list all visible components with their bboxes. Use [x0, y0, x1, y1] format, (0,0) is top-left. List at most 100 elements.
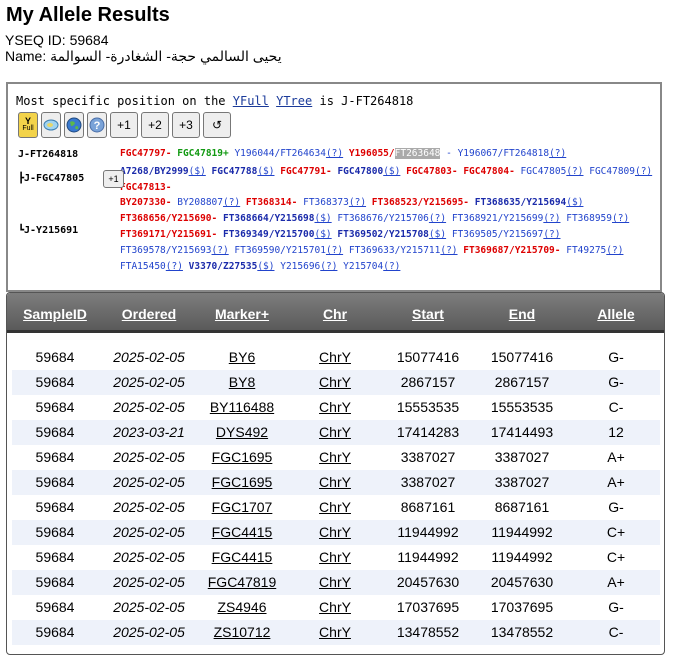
- cell-start: 2867157: [400, 374, 456, 390]
- snp-label: FGC47819+: [177, 148, 229, 159]
- snp-info-link[interactable]: (?): [566, 166, 583, 177]
- cell-end: 3387027: [494, 474, 550, 490]
- reset-button[interactable]: ↺: [203, 112, 231, 138]
- step-plus1-button[interactable]: +1: [110, 112, 138, 138]
- cell-allele: 12: [608, 424, 624, 440]
- branch-label[interactable]: ┣J-FGC47805: [18, 173, 84, 184]
- cell-marker[interactable]: FGC4415: [197, 549, 287, 565]
- cell-marker[interactable]: BY6: [197, 349, 287, 365]
- cell-chr[interactable]: ChrY: [302, 499, 368, 515]
- cell-ordered: 2025-02-05: [113, 624, 185, 640]
- column-header-ordered[interactable]: Ordered: [107, 306, 191, 322]
- column-header-start[interactable]: Start: [383, 306, 473, 322]
- cell-marker[interactable]: BY8: [197, 374, 287, 390]
- snp-info-link[interactable]: (?): [320, 261, 337, 272]
- cell-chr[interactable]: ChrY: [302, 599, 368, 615]
- ytree-link[interactable]: YTree: [276, 94, 312, 108]
- snp-info-link[interactable]: (?): [326, 245, 343, 256]
- snp-info-link[interactable]: (?): [166, 261, 183, 272]
- snp-info-link[interactable]: (?): [543, 229, 560, 240]
- cell-start: 17414283: [396, 424, 460, 440]
- snp-info-link[interactable]: (?): [606, 245, 623, 256]
- snp-info-link[interactable]: ($): [257, 166, 274, 177]
- snp-info-link[interactable]: ($): [314, 229, 331, 240]
- cell-chr[interactable]: ChrY: [302, 374, 368, 390]
- cell-sampleid: 59684: [35, 449, 75, 465]
- snp-label: FGC47788: [211, 166, 258, 177]
- position-prefix: Most specific position on the: [16, 94, 226, 108]
- snp-info-link[interactable]: (?): [635, 166, 652, 177]
- snp-info-link[interactable]: (?): [212, 245, 229, 256]
- cell-chr[interactable]: ChrY: [302, 474, 368, 490]
- allele-table: SampleID Ordered Marker+ Chr Start End A…: [6, 292, 665, 655]
- globe-button[interactable]: [64, 112, 84, 138]
- cell-sampleid: 59684: [35, 474, 75, 490]
- cell-chr[interactable]: ChrY: [302, 574, 368, 590]
- cell-chr[interactable]: ChrY: [302, 524, 368, 540]
- cell-marker[interactable]: ZS4946: [197, 599, 287, 615]
- yseq-id: YSEQ ID: 59684: [5, 32, 109, 48]
- branch-label[interactable]: ┗J-Y215691: [18, 225, 78, 236]
- cell-end: 11944992: [491, 549, 553, 565]
- snp-label: FT369505/Y215697: [451, 229, 544, 240]
- cell-marker[interactable]: DYS492: [197, 424, 287, 440]
- help-icon: ?: [89, 117, 105, 133]
- cell-chr[interactable]: ChrY: [302, 624, 368, 640]
- cell-chr[interactable]: ChrY: [302, 349, 368, 365]
- cell-marker[interactable]: FGC47819: [197, 574, 287, 590]
- snp-info-link[interactable]: (?): [549, 148, 566, 159]
- expand-plus1-button[interactable]: +1: [103, 170, 124, 188]
- snp-label: FGC47791-: [280, 166, 332, 177]
- snp-info-link[interactable]: ($): [429, 229, 446, 240]
- cell-marker[interactable]: FGC1707: [197, 499, 287, 515]
- snp-info-link[interactable]: (?): [612, 213, 629, 224]
- snp-label: FT369590/Y215701: [234, 245, 326, 256]
- cell-ordered: 2025-02-05: [113, 524, 185, 540]
- help-button[interactable]: ?: [87, 112, 107, 138]
- snp-info-link[interactable]: (?): [440, 245, 457, 256]
- snp-info-link[interactable]: ($): [257, 261, 274, 272]
- cell-chr[interactable]: ChrY: [302, 399, 368, 415]
- cell-marker[interactable]: FGC1695: [197, 474, 287, 490]
- cell-marker[interactable]: FGC1695: [197, 449, 287, 465]
- step-plus2-button[interactable]: +2: [141, 112, 169, 138]
- column-header-marker[interactable]: Marker+: [197, 306, 287, 322]
- snp-info-link[interactable]: (?): [223, 197, 240, 208]
- cell-end: 13478552: [490, 624, 554, 640]
- snp-info-link[interactable]: ($): [383, 166, 400, 177]
- cell-sampleid: 59684: [35, 399, 75, 415]
- snp-info-link[interactable]: ($): [566, 197, 583, 208]
- snp-label: FT368635/Y215694: [474, 197, 567, 208]
- cell-ordered: 2023-03-21: [113, 424, 185, 440]
- cell-ordered: 2025-02-05: [113, 499, 185, 515]
- cell-chr[interactable]: ChrY: [302, 549, 368, 565]
- column-header-chr[interactable]: Chr: [302, 306, 368, 322]
- cell-marker[interactable]: BY116488: [197, 399, 287, 415]
- snp-info-link[interactable]: (?): [349, 197, 366, 208]
- cell-end: 2867157: [494, 374, 550, 390]
- cell-chr[interactable]: ChrY: [302, 424, 368, 440]
- yfull-link[interactable]: YFull: [233, 94, 269, 108]
- snp-info-link[interactable]: (?): [326, 148, 343, 159]
- cell-sampleid: 59684: [35, 574, 75, 590]
- column-header-end[interactable]: End: [477, 306, 567, 322]
- yfull-button[interactable]: Y Full: [18, 112, 38, 138]
- cell-marker[interactable]: FGC4415: [197, 524, 287, 540]
- snp-label: FT368373: [303, 197, 349, 208]
- column-header-allele[interactable]: Allele: [581, 306, 651, 322]
- snp-info-link[interactable]: ($): [189, 166, 206, 177]
- snp-label: FT369502/Y215708: [337, 229, 429, 240]
- cell-allele: A+: [607, 474, 625, 490]
- branch-label[interactable]: J-FT264818: [18, 149, 78, 160]
- snp-info-link[interactable]: (?): [383, 261, 400, 272]
- map-button[interactable]: [41, 112, 61, 138]
- snp-info-link[interactable]: ($): [314, 213, 331, 224]
- cell-allele: G-: [608, 499, 624, 515]
- cell-marker[interactable]: ZS10712: [197, 624, 287, 640]
- column-header-sampleid[interactable]: SampleID: [15, 306, 95, 322]
- step-plus3-button[interactable]: +3: [172, 112, 200, 138]
- snp-info-link[interactable]: (?): [543, 213, 560, 224]
- cell-chr[interactable]: ChrY: [302, 449, 368, 465]
- snp-info-link[interactable]: (?): [429, 213, 446, 224]
- cell-start: 20457630: [396, 574, 460, 590]
